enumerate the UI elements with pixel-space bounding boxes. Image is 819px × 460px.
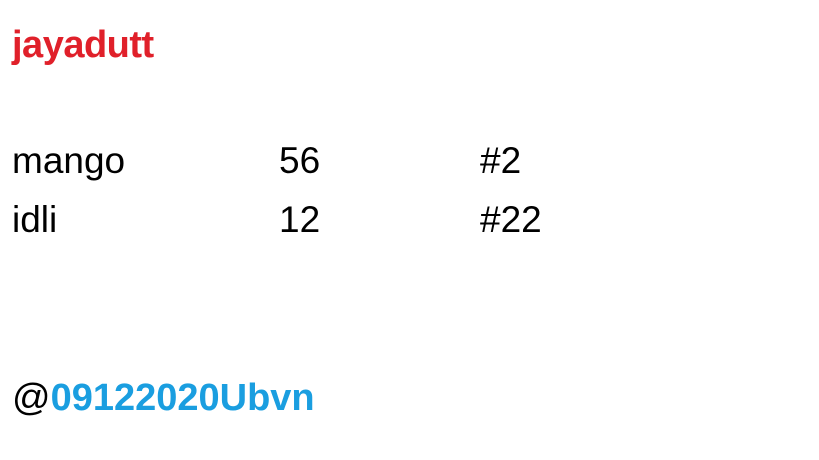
handle-text: 09122020Ubvn — [50, 377, 315, 419]
table-row: idli 12 #22 — [0, 198, 819, 242]
item-tag: #22 — [480, 199, 542, 240]
table-row: mango 56 #2 — [0, 139, 819, 183]
item-number: 56 — [279, 140, 321, 181]
item-name: mango — [12, 140, 126, 181]
item-number: 12 — [279, 199, 321, 240]
footer-handle: @09122020Ubvn — [12, 375, 315, 421]
title-text: jayadutt — [12, 24, 154, 66]
item-name: idli — [12, 199, 58, 240]
at-symbol: @ — [12, 377, 51, 419]
item-tag: #2 — [480, 140, 522, 181]
